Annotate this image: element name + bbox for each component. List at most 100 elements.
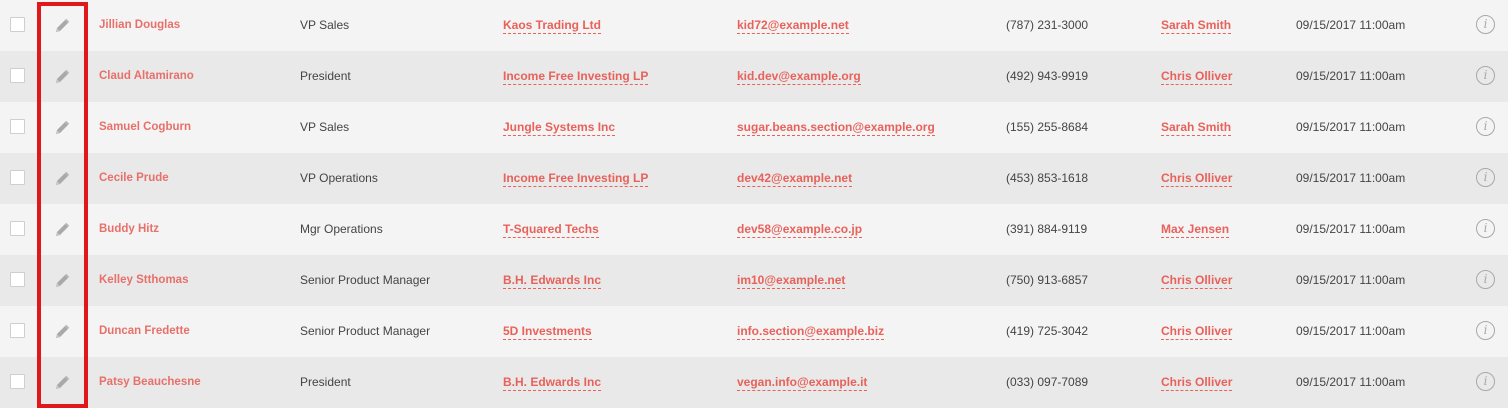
- account-name-link[interactable]: B.H. Edwards Inc: [503, 375, 602, 391]
- date-created: 09/15/2017 11:00am: [1296, 120, 1406, 134]
- account-name-cell: Income Free Investing LP: [503, 51, 649, 102]
- account-name-link[interactable]: T-Squared Techs: [503, 222, 599, 238]
- info-button[interactable]: i: [1476, 255, 1498, 306]
- info-button[interactable]: i: [1476, 51, 1498, 102]
- phone-number: (787) 231-3000: [1006, 18, 1089, 32]
- email-link[interactable]: kid72@example.net: [737, 18, 849, 34]
- contact-name-link[interactable]: Samuel Cogburn: [99, 102, 191, 153]
- assigned-user-cell: Chris Olliver: [1161, 357, 1233, 408]
- account-name-link[interactable]: B.H. Edwards Inc: [503, 273, 602, 289]
- date-created: 09/15/2017 11:00am: [1296, 324, 1406, 338]
- info-button[interactable]: i: [1476, 102, 1498, 153]
- edit-button[interactable]: [50, 306, 76, 357]
- email-link[interactable]: dev58@example.co.jp: [737, 222, 863, 238]
- email-cell: kid72@example.net: [737, 0, 849, 51]
- info-button[interactable]: i: [1476, 153, 1498, 204]
- date-created: 09/15/2017 11:00am: [1296, 18, 1406, 32]
- edit-button[interactable]: [50, 153, 76, 204]
- info-icon: i: [1476, 219, 1495, 238]
- info-icon: i: [1476, 270, 1495, 289]
- contact-title: President: [300, 375, 351, 389]
- row-select-cell: [10, 255, 28, 306]
- assigned-user-link[interactable]: Sarah Smith: [1161, 120, 1232, 136]
- account-name-link[interactable]: Kaos Trading Ltd: [503, 18, 602, 34]
- assigned-user-link[interactable]: Chris Olliver: [1161, 171, 1233, 187]
- edit-button[interactable]: [50, 357, 76, 408]
- email-cell: im10@example.net: [737, 255, 846, 306]
- account-name-link[interactable]: 5D Investments: [503, 324, 592, 340]
- row-select-checkbox[interactable]: [10, 119, 25, 134]
- email-link[interactable]: kid.dev@example.org: [737, 69, 861, 85]
- email-link[interactable]: dev42@example.net: [737, 171, 853, 187]
- info-icon: i: [1476, 168, 1495, 187]
- edit-button[interactable]: [50, 0, 76, 51]
- info-button[interactable]: i: [1476, 306, 1498, 357]
- contact-title: Senior Product Manager: [300, 273, 431, 287]
- edit-button[interactable]: [50, 51, 76, 102]
- table-row: Patsy Beauchesne President B.H. Edwards …: [0, 357, 1508, 408]
- contact-title: VP Sales: [300, 18, 350, 32]
- assigned-user-link[interactable]: Chris Olliver: [1161, 69, 1233, 85]
- contact-name-link[interactable]: Kelley Stthomas: [99, 255, 188, 306]
- contact-title: Senior Product Manager: [300, 324, 431, 338]
- contact-name-link[interactable]: Duncan Fredette: [99, 306, 190, 357]
- pencil-icon: [56, 69, 70, 83]
- row-select-checkbox[interactable]: [10, 68, 25, 83]
- contact-name-link[interactable]: Patsy Beauchesne: [99, 357, 201, 408]
- email-cell: kid.dev@example.org: [737, 51, 861, 102]
- pencil-icon: [56, 273, 70, 287]
- date-created: 09/15/2017 11:00am: [1296, 171, 1406, 185]
- info-icon: i: [1476, 372, 1495, 391]
- phone-number: (750) 913-6857: [1006, 273, 1089, 287]
- account-name-cell: B.H. Edwards Inc: [503, 357, 602, 408]
- account-name-link[interactable]: Jungle Systems Inc: [503, 120, 616, 136]
- email-link[interactable]: sugar.beans.section@example.org: [737, 120, 935, 136]
- phone-number: (419) 725-3042: [1006, 324, 1089, 338]
- contact-name-link[interactable]: Buddy Hitz: [99, 204, 159, 255]
- info-button[interactable]: i: [1476, 357, 1498, 408]
- email-cell: info.section@example.biz: [737, 306, 885, 357]
- assigned-user-link[interactable]: Chris Olliver: [1161, 375, 1233, 391]
- phone-number: (155) 255-8684: [1006, 120, 1089, 134]
- email-cell: sugar.beans.section@example.org: [737, 102, 935, 153]
- row-select-cell: [10, 0, 28, 51]
- table-row: Claud Altamirano President Income Free I…: [0, 51, 1508, 102]
- email-link[interactable]: vegan.info@example.it: [737, 375, 868, 391]
- assigned-user-link[interactable]: Sarah Smith: [1161, 18, 1232, 34]
- edit-button[interactable]: [50, 102, 76, 153]
- date-created: 09/15/2017 11:00am: [1296, 273, 1406, 287]
- contacts-list-table: Jillian Douglas VP Sales Kaos Trading Lt…: [0, 0, 1508, 408]
- row-select-checkbox[interactable]: [10, 170, 25, 185]
- assigned-user-link[interactable]: Chris Olliver: [1161, 273, 1233, 289]
- row-select-checkbox[interactable]: [10, 221, 25, 236]
- table-row: Cecile Prude VP Operations Income Free I…: [0, 153, 1508, 204]
- contact-name-link[interactable]: Cecile Prude: [99, 153, 169, 204]
- contact-name-link[interactable]: Claud Altamirano: [99, 51, 194, 102]
- pencil-icon: [56, 171, 70, 185]
- date-created: 09/15/2017 11:00am: [1296, 222, 1406, 236]
- email-link[interactable]: im10@example.net: [737, 273, 846, 289]
- assigned-user-link[interactable]: Max Jensen: [1161, 222, 1230, 238]
- email-link[interactable]: info.section@example.biz: [737, 324, 885, 340]
- phone-number: (492) 943-9919: [1006, 69, 1089, 83]
- row-select-checkbox[interactable]: [10, 17, 25, 32]
- table-row: Jillian Douglas VP Sales Kaos Trading Lt…: [0, 0, 1508, 51]
- edit-button[interactable]: [50, 255, 76, 306]
- account-name-link[interactable]: Income Free Investing LP: [503, 69, 649, 85]
- row-select-checkbox[interactable]: [10, 272, 25, 287]
- account-name-cell: B.H. Edwards Inc: [503, 255, 602, 306]
- pencil-icon: [56, 375, 70, 389]
- info-button[interactable]: i: [1476, 204, 1498, 255]
- row-select-checkbox[interactable]: [10, 323, 25, 338]
- contact-name-link[interactable]: Jillian Douglas: [99, 0, 180, 51]
- contact-title: Mgr Operations: [300, 222, 383, 236]
- assigned-user-link[interactable]: Chris Olliver: [1161, 324, 1233, 340]
- info-button[interactable]: i: [1476, 0, 1498, 51]
- edit-button[interactable]: [50, 204, 76, 255]
- phone-number: (453) 853-1618: [1006, 171, 1089, 185]
- account-name-cell: 5D Investments: [503, 306, 592, 357]
- row-select-cell: [10, 102, 28, 153]
- row-select-checkbox[interactable]: [10, 374, 25, 389]
- account-name-link[interactable]: Income Free Investing LP: [503, 171, 649, 187]
- account-name-cell: Kaos Trading Ltd: [503, 0, 602, 51]
